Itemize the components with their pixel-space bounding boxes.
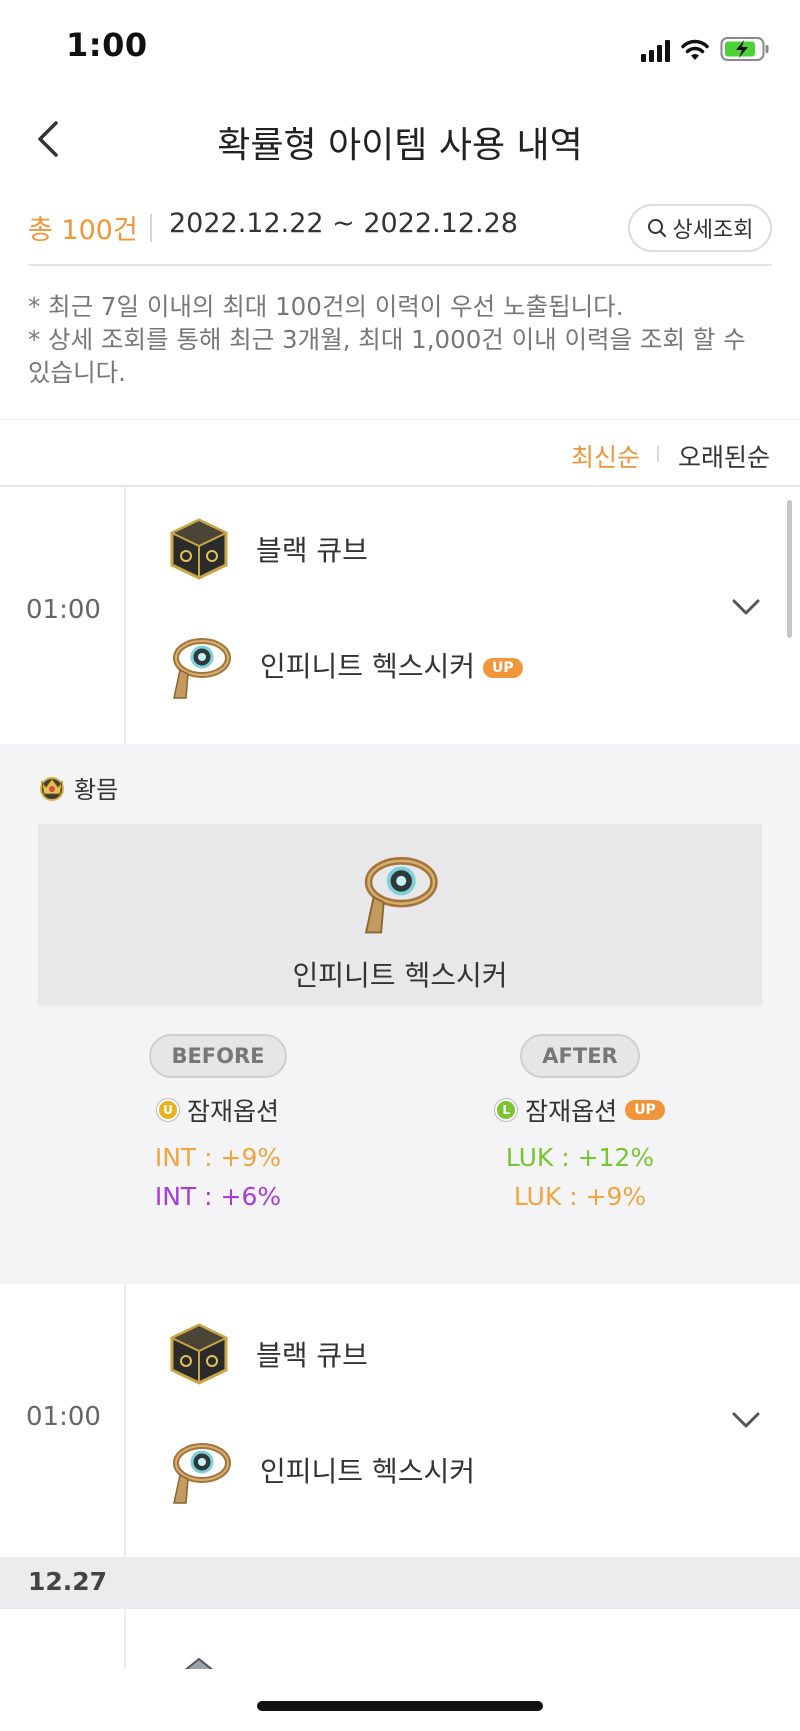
detail-search-button[interactable]: 상세조회 — [628, 204, 772, 252]
before-options: INT : +9% INT : +6% — [98, 1138, 338, 1216]
before-option-1: INT : +9% — [154, 1143, 282, 1172]
entry-time: 01:00 — [26, 1402, 101, 1432]
page-title: 확률형 아이템 사용 내역 — [217, 125, 583, 166]
navigation-bar: 확률형 아이템 사용 내역 — [0, 96, 800, 186]
section-date-label: 12.27 — [28, 1567, 108, 1596]
date-section-header: 12.27 — [0, 1557, 800, 1609]
chevron-down-icon — [732, 599, 760, 615]
sort-divider — [657, 446, 659, 462]
hexseeker-icon — [364, 857, 438, 934]
before-potential-label: 잠재옵션 — [186, 1097, 279, 1126]
preview-item-name: 인피니트 헥스시커 — [292, 959, 508, 992]
status-icons — [641, 34, 770, 62]
before-column: BEFORE U 잠재옵션 INT : +9% INT : +6% — [98, 1034, 338, 1216]
after-column: AFTER L 잠재옵션 UP LUK : +12% LUK : +9% — [460, 1034, 700, 1216]
after-option-2: LUK : +9% — [513, 1182, 647, 1211]
before-pill: BEFORE — [149, 1034, 287, 1078]
history-entry[interactable]: 01:00 블랙 큐브 인피니트 헥스시커 — [0, 1284, 800, 1557]
battery-charging-icon — [720, 37, 769, 61]
target-item-row: 인피니트 헥스시커 UP — [166, 625, 523, 705]
notice-text: * 최근 7일 이내의 최대 100건의 이력이 우선 노출됩니다. * 상세 … — [28, 290, 760, 389]
scrollbar[interactable] — [787, 500, 792, 638]
sort-bar: 최신순 오래된순 — [0, 419, 800, 487]
item-icon-partial — [184, 1657, 214, 1669]
expand-toggle[interactable] — [726, 1400, 766, 1440]
detail-search-label: 상세조회 — [672, 218, 754, 243]
summary-divider — [150, 214, 152, 242]
target-item-name: 인피니트 헥스시커 — [260, 1455, 475, 1488]
sort-oldest-button[interactable]: 오래된순 — [678, 438, 770, 474]
sort-newest-button[interactable]: 최신순 — [571, 438, 640, 474]
after-potential-row: L 잠재옵션 UP — [460, 1092, 700, 1128]
item-preview-box: 인피니트 헥스시커 — [38, 824, 762, 1006]
before-potential-row: U 잠재옵션 — [98, 1092, 338, 1128]
used-item-name: 블랙 큐브 — [256, 1339, 368, 1372]
after-option-1: LUK : +12% — [505, 1143, 655, 1172]
entry-detail-panel: 황믐 인피니트 헥스시커 BEFORE U 잠재옵션 INT : +9% INT… — [0, 744, 800, 1284]
history-entry-partial[interactable] — [0, 1609, 800, 1669]
hexseeker-icon — [173, 1443, 231, 1504]
crown-emblem-icon — [40, 776, 64, 801]
entry-time-column: 01:00 — [0, 487, 126, 745]
before-option-2: INT : +6% — [154, 1182, 282, 1211]
wifi-icon — [681, 39, 709, 60]
after-pill: AFTER — [520, 1034, 640, 1078]
collapse-toggle[interactable] — [726, 587, 766, 627]
notice-line-2: * 상세 조회를 통해 최근 3개월, 최대 1,000건 이내 이력을 조회 … — [28, 325, 746, 387]
home-indicator[interactable] — [257, 1701, 543, 1711]
unique-grade-icon: U — [156, 1099, 179, 1121]
search-icon — [647, 219, 666, 237]
total-count: 총 100건 — [28, 215, 138, 246]
entry-time-column — [0, 1609, 126, 1669]
after-options: LUK : +12% LUK : +9% — [460, 1138, 700, 1216]
date-range: 2022.12.22 ~ 2022.12.28 — [169, 208, 518, 239]
status-bar: 1:00 — [0, 0, 800, 96]
signal-icon — [641, 40, 670, 62]
legendary-grade-icon: L — [495, 1099, 518, 1121]
history-entry[interactable]: 01:00 블랙 큐브 인피니트 헥스시커 UP — [0, 487, 800, 745]
used-item-row: 블랙 큐브 — [166, 509, 368, 589]
status-time: 1:00 — [66, 26, 148, 64]
used-item-row: 블랙 큐브 — [166, 1314, 368, 1394]
black-cube-icon — [169, 1323, 229, 1385]
target-item-row: 인피니트 헥스시커 — [166, 1430, 475, 1510]
target-item-name: 인피니트 헥스시커 UP — [260, 645, 523, 685]
entry-time-column: 01:00 — [0, 1284, 126, 1557]
grade-label: 황믐 — [74, 776, 119, 804]
summary-bar: 총 100건 2022.12.22 ~ 2022.12.28 상세조회 — [28, 196, 772, 266]
after-potential-label: 잠재옵션 — [525, 1097, 618, 1126]
chevron-down-icon — [732, 1412, 760, 1428]
entry-time: 01:00 — [26, 595, 101, 625]
up-badge: UP — [482, 658, 523, 678]
hexseeker-icon — [173, 638, 231, 699]
grade-row: 황믐 — [36, 770, 118, 805]
used-item-name: 블랙 큐브 — [256, 534, 368, 567]
up-badge: UP — [625, 1100, 665, 1120]
notice-line-1: * 최근 7일 이내의 최대 100건의 이력이 우선 노출됩니다. — [28, 292, 624, 321]
black-cube-icon — [169, 518, 229, 580]
